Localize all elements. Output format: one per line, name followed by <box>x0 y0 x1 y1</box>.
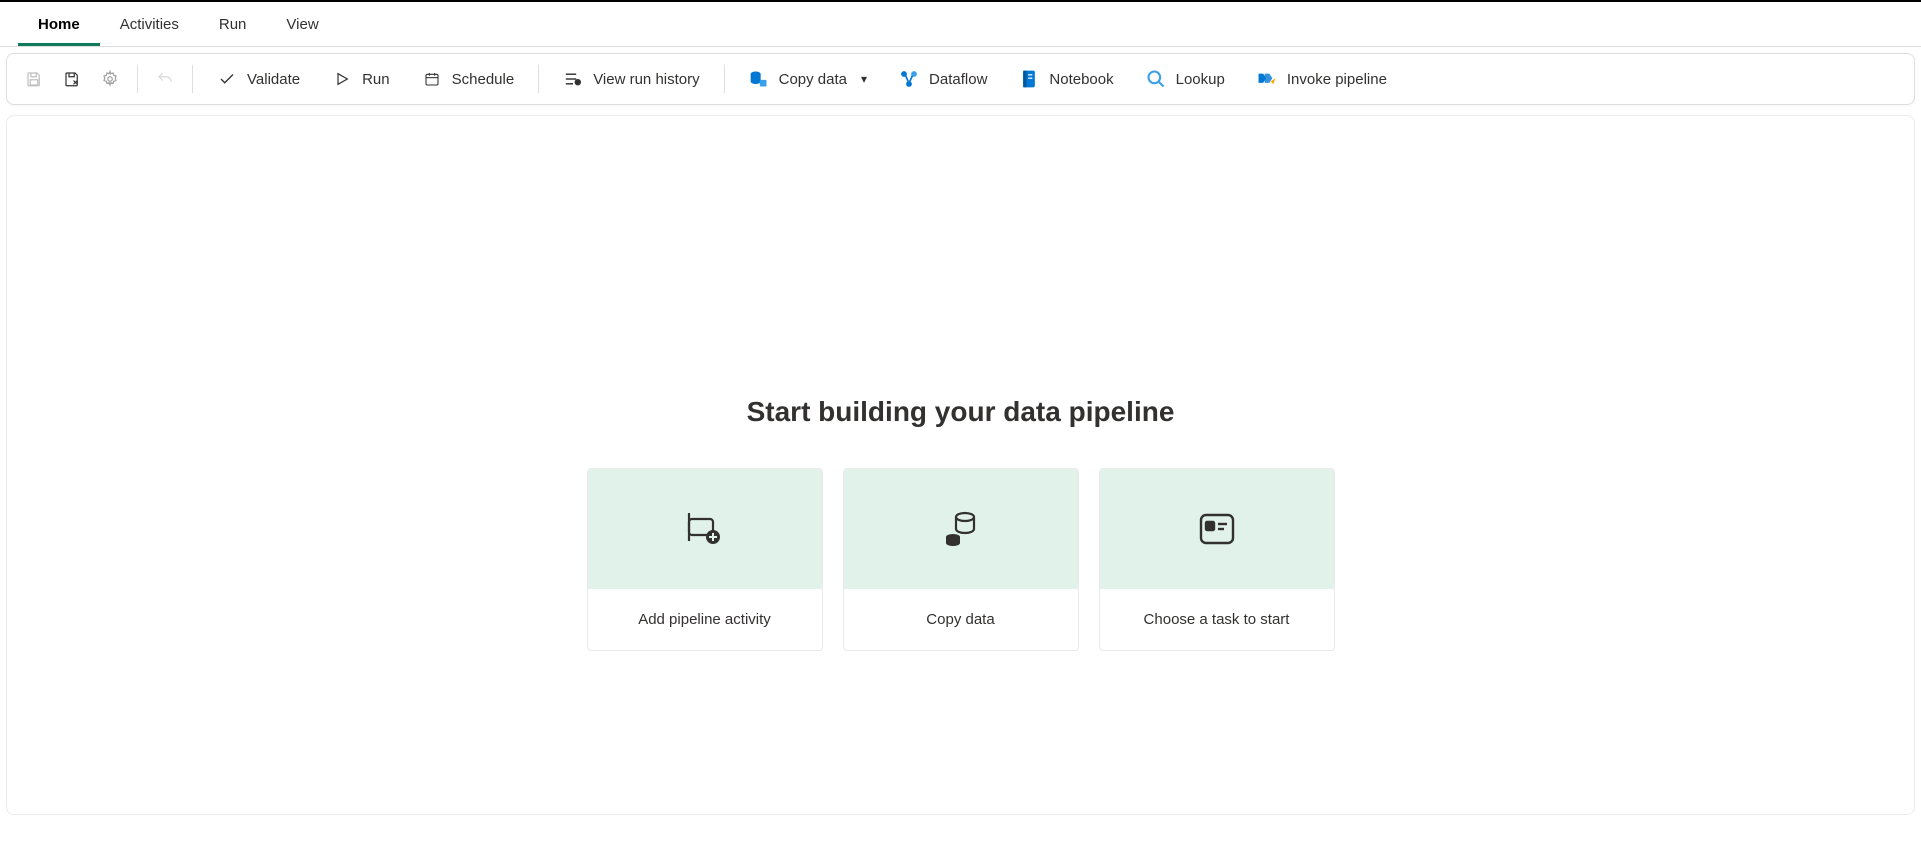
settings-button[interactable] <box>93 62 127 96</box>
tab-view[interactable]: View <box>266 10 338 46</box>
page-headline: Start building your data pipeline <box>747 396 1175 428</box>
view-run-history-button[interactable]: View run history <box>549 63 713 95</box>
card-label: Copy data <box>844 589 1078 650</box>
validate-button[interactable]: Validate <box>203 63 314 95</box>
pipeline-canvas: Start building your data pipeline Add pi… <box>6 115 1915 815</box>
card-copy-data[interactable]: Copy data <box>843 468 1079 651</box>
separator <box>538 65 539 93</box>
gear-icon <box>100 69 120 89</box>
copy-data-card-icon <box>941 509 981 549</box>
database-copy-icon <box>749 69 769 89</box>
copy-data-label: Copy data <box>779 71 847 88</box>
dataflow-icon <box>899 69 919 89</box>
undo-button[interactable] <box>148 62 182 96</box>
separator <box>724 65 725 93</box>
notebook-icon <box>1019 69 1039 89</box>
card-label: Choose a task to start <box>1100 589 1334 650</box>
card-choose-task[interactable]: Choose a task to start <box>1099 468 1335 651</box>
invoke-pipeline-button[interactable]: Invoke pipeline <box>1243 63 1401 95</box>
invoke-pipeline-label: Invoke pipeline <box>1287 71 1387 88</box>
view-run-history-label: View run history <box>593 71 699 88</box>
tab-run[interactable]: Run <box>199 10 267 46</box>
notebook-label: Notebook <box>1049 71 1113 88</box>
schedule-label: Schedule <box>452 71 515 88</box>
save-as-button[interactable] <box>55 62 89 96</box>
dataflow-button[interactable]: Dataflow <box>885 63 1001 95</box>
check-icon <box>217 69 237 89</box>
lookup-button[interactable]: Lookup <box>1132 63 1239 95</box>
tab-activities[interactable]: Activities <box>100 10 199 46</box>
copy-data-button[interactable]: Copy data ▾ <box>735 63 881 95</box>
card-add-pipeline-activity[interactable]: Add pipeline activity <box>587 468 823 651</box>
save-icon <box>24 69 44 89</box>
tab-bar: Home Activities Run View <box>0 2 1921 47</box>
card-illustration <box>844 469 1078 589</box>
lookup-label: Lookup <box>1176 71 1225 88</box>
undo-icon <box>155 69 175 89</box>
play-icon <box>332 69 352 89</box>
ribbon-toolbar: Validate Run Schedule View run history C… <box>6 53 1915 105</box>
validate-label: Validate <box>247 71 300 88</box>
notebook-button[interactable]: Notebook <box>1005 63 1127 95</box>
start-cards: Add pipeline activity Copy data Choose a… <box>587 468 1335 651</box>
save-button[interactable] <box>17 62 51 96</box>
card-illustration <box>1100 469 1334 589</box>
run-label: Run <box>362 71 390 88</box>
run-button[interactable]: Run <box>318 63 404 95</box>
separator <box>137 65 138 93</box>
invoke-pipeline-icon <box>1257 69 1277 89</box>
task-template-icon <box>1198 512 1236 546</box>
save-as-icon <box>62 69 82 89</box>
search-icon <box>1146 69 1166 89</box>
history-list-icon <box>563 69 583 89</box>
card-illustration <box>588 469 822 589</box>
tab-home[interactable]: Home <box>18 10 100 46</box>
card-label: Add pipeline activity <box>588 589 822 650</box>
schedule-button[interactable]: Schedule <box>408 63 529 95</box>
separator <box>192 65 193 93</box>
calendar-icon <box>422 69 442 89</box>
pipeline-activity-icon <box>685 511 725 547</box>
dataflow-label: Dataflow <box>929 71 987 88</box>
chevron-down-icon: ▾ <box>861 72 867 86</box>
